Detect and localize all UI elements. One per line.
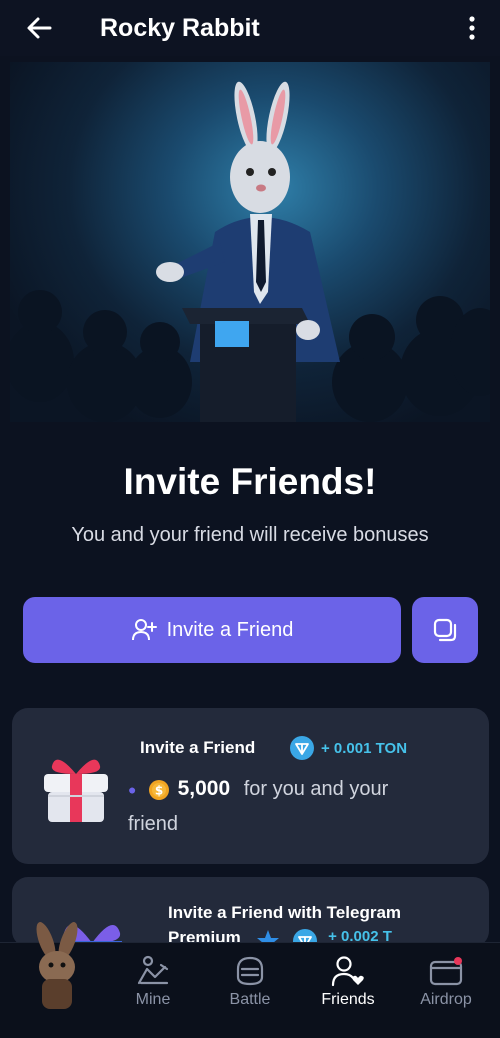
card-title-line2: Premium <box>168 928 241 942</box>
more-menu-button[interactable] <box>464 12 480 44</box>
tab-friends[interactable]: Friends <box>300 955 396 1009</box>
gift-icon <box>44 759 108 822</box>
bottom-tab-bar: Mine Battle Friends Airdrop <box>0 922 500 1038</box>
ton-icon <box>292 929 317 942</box>
rabbit-speaker-illustration <box>10 81 490 422</box>
tab-label: Mine <box>135 991 171 1008</box>
ton-reward-badge: + 0.001 TON <box>289 735 407 761</box>
mine-icon <box>137 955 169 985</box>
card2-line2: Premium + 0.002 TON <box>168 928 392 942</box>
tab-label: Battle <box>229 991 271 1008</box>
more-vertical-icon <box>469 16 475 40</box>
coin-amount: 5,000 <box>177 777 231 800</box>
tab-label: Friends <box>321 991 375 1008</box>
invite-heading: Invite Friends! <box>123 461 377 502</box>
star-icon <box>257 930 280 942</box>
card-title: Invite a Friend <box>140 738 256 757</box>
coin-icon: $ <box>149 779 170 800</box>
top-bar: Rocky Rabbit <box>0 0 500 56</box>
tab-label: Airdrop <box>420 991 472 1008</box>
ton-reward: + 0.001 TON <box>321 739 408 757</box>
ton-icon <box>290 736 314 760</box>
back-button[interactable] <box>24 12 56 44</box>
tab-battle[interactable]: Battle <box>202 955 298 1009</box>
ton-reward: + 0.002 TON <box>328 928 392 942</box>
invite-friend-button[interactable]: Invite a Friend <box>23 597 401 663</box>
friends-icon <box>331 956 364 987</box>
page-title: Rocky Rabbit <box>100 14 260 42</box>
rabbit-mascot-icon <box>36 922 78 1009</box>
invite-subheading: You and your friend will receive bonuses <box>71 524 429 546</box>
invite-friend-label: Invite a Friend <box>166 618 294 641</box>
bullet-dot: ● <box>128 781 137 798</box>
add-user-icon <box>131 619 157 641</box>
copy-icon <box>433 618 457 642</box>
card-description: ● $ 5,000 for you and your friend <box>128 772 428 841</box>
tab-airdrop[interactable]: Airdrop <box>398 955 494 1009</box>
wallet-icon <box>429 957 463 986</box>
svg-text:$: $ <box>155 783 163 797</box>
copy-link-button[interactable] <box>412 597 478 663</box>
card-title: Invite a Friend with Telegram <box>168 903 402 922</box>
tab-mine[interactable]: Mine <box>105 955 201 1009</box>
hero-image <box>10 62 490 422</box>
arrow-left-icon <box>27 17 52 39</box>
battle-icon <box>236 956 264 986</box>
